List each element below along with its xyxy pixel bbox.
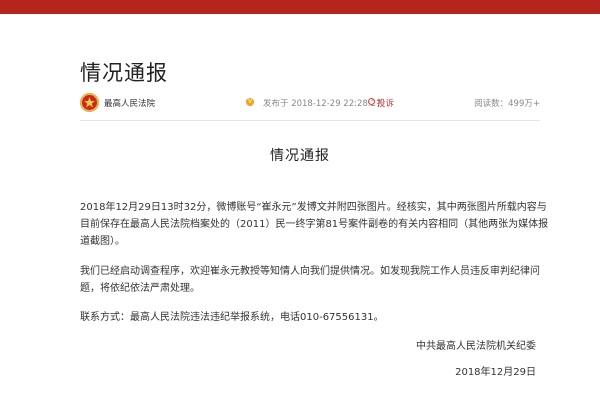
complain-icon[interactable] (368, 98, 375, 105)
publish-time: 发布于 2018-12-29 22:28:27 (263, 99, 382, 109)
article-meta: 最高人民法院 V 发布于 2018-12-29 22:28:27 投诉 阅读数：… (80, 93, 540, 113)
content-heading: 情况通报 (270, 148, 330, 164)
article-title: 情况通报 (80, 61, 168, 85)
divider (80, 120, 540, 121)
paragraph-1: 2018年12月29日13时32分，微博账号“崔永元”发博文并附四张图片。经核实… (80, 202, 549, 247)
top-bar (0, 0, 600, 14)
court-emblem-icon[interactable] (80, 93, 99, 112)
paragraph-3: 联系方式：最高人民法院违法违纪举报系统，电话010-67556131。 (80, 312, 384, 323)
signature-date: 2018年12月29日 (455, 367, 536, 378)
emblem-star-icon (84, 97, 95, 108)
verified-badge-icon: V (246, 98, 254, 106)
complain-link[interactable]: 投诉 (377, 97, 394, 109)
article-page: 情况通报 最高人民法院 V 发布于 2018-12-29 22:28:27 投诉… (0, 0, 600, 400)
author-name[interactable]: 最高人民法院 (104, 97, 155, 109)
signature: 中共最高人民法院机关纪委 (416, 341, 536, 352)
read-count: 阅读数：499万+ (474, 99, 540, 109)
paragraph-2: 我们已经启动调查程序，欢迎崔永元教授等知情人向我们提供情况。如发现我院工作人员违… (80, 266, 540, 294)
